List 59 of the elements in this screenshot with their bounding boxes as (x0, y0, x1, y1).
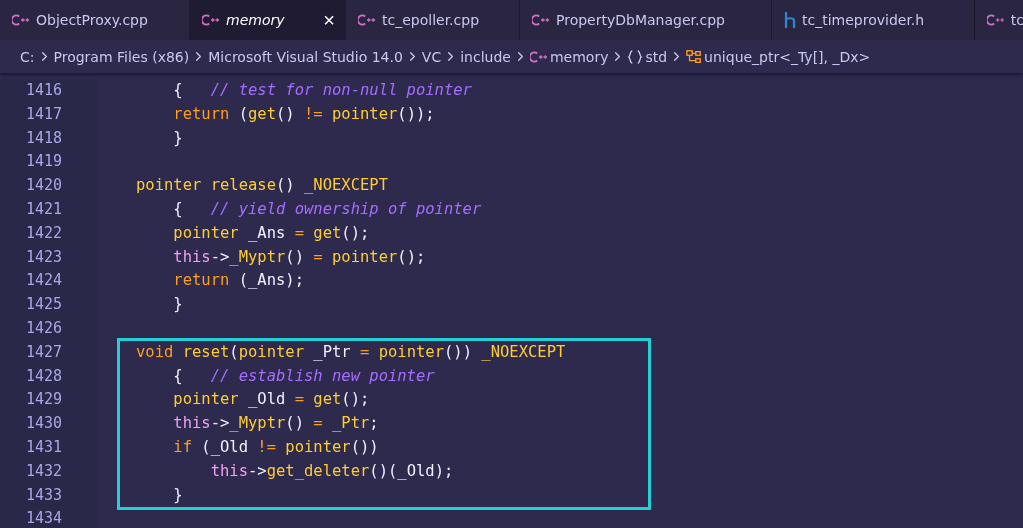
breadcrumb-item[interactable]: std (645, 48, 668, 65)
cpp-file-icon (202, 13, 220, 27)
line-number: 1426 (25, 317, 64, 339)
line-number: 1434 (25, 508, 64, 528)
line-number: 1417 (25, 103, 64, 125)
code-line: if (_Old != pointer()) (172, 437, 379, 456)
code-line: this->_Myptr() = pointer(); (172, 247, 426, 266)
line-number: 1429 (25, 389, 64, 411)
code-line: { // test for non-null pointer (172, 81, 472, 99)
code-line: } (172, 485, 183, 504)
line-number: 1418 (25, 127, 64, 149)
cpp-file-icon (987, 13, 1005, 27)
code-line: { // yield ownership of pointer (172, 200, 482, 218)
braces-icon (627, 48, 644, 65)
breadcrumb-item[interactable]: VC (421, 48, 442, 65)
line-number: 1427 (25, 341, 64, 363)
breadcrumb-item[interactable]: unique_ptr<_Ty[], _Dx> (704, 48, 871, 65)
editor-tab[interactable]: PropertyDbManager.cpp (520, 0, 772, 40)
line-number: 1428 (25, 365, 64, 387)
cpp-file-icon (532, 13, 550, 27)
editor-tab[interactable]: tc_timeprovider.h (772, 0, 975, 40)
line-number: 1420 (25, 175, 64, 197)
breadcrumb-item[interactable]: C: (20, 48, 35, 65)
breadcrumb-item[interactable]: Program Files (x86) (53, 48, 190, 65)
close-button[interactable]: × (323, 10, 335, 30)
header-file-icon (784, 11, 796, 29)
code-line: } (172, 295, 183, 314)
code-line: pointer _Ans = get(); (172, 223, 370, 242)
cpp-file-icon (358, 13, 376, 27)
breadcrumb-item[interactable]: Microsoft Visual Studio 14.0 (208, 48, 403, 65)
line-number: 1432 (25, 460, 64, 482)
line-number: 1433 (25, 484, 64, 506)
line-number: 1424 (25, 270, 64, 292)
line-number: 1422 (25, 222, 64, 244)
breadcrumb-item[interactable]: memory (549, 48, 609, 65)
editor-tab[interactable]: tc_epoller.cpp (346, 0, 520, 40)
code-line: } (172, 128, 183, 147)
code-line: pointer _Old = get(); (172, 390, 370, 409)
code-line: { // establish new pointer (172, 366, 435, 385)
line-number: 1425 (25, 294, 64, 316)
editor-tab[interactable]: tc (975, 0, 1023, 40)
editor-tab[interactable]: memory × (190, 0, 346, 40)
code-line: return (_Ans); (172, 271, 304, 290)
code-line: this->get_deleter()(_Old); (209, 461, 454, 480)
code-line: void reset(pointer _Ptr = pointer()) _NOEXCEPT (136, 342, 566, 361)
line-number: 1421 (25, 199, 64, 220)
line-number: 1416 (25, 80, 64, 101)
cpp-file-icon (529, 49, 548, 64)
breadcrumb-item[interactable]: include (460, 48, 511, 65)
cpp-file-icon (12, 13, 30, 27)
code-line: pointer release() _NOEXCEPT (136, 176, 388, 195)
code-line: this->_Myptr() = _Ptr; (172, 414, 379, 433)
code-line: return (get() != pointer()); (172, 104, 435, 123)
line-number: 1430 (25, 413, 64, 435)
class-icon (686, 48, 703, 65)
line-number: 1431 (25, 436, 64, 458)
line-number: 1419 (25, 151, 64, 173)
editor-tab[interactable]: ObjectProxy.cpp (0, 0, 190, 40)
line-number: 1423 (25, 246, 64, 268)
